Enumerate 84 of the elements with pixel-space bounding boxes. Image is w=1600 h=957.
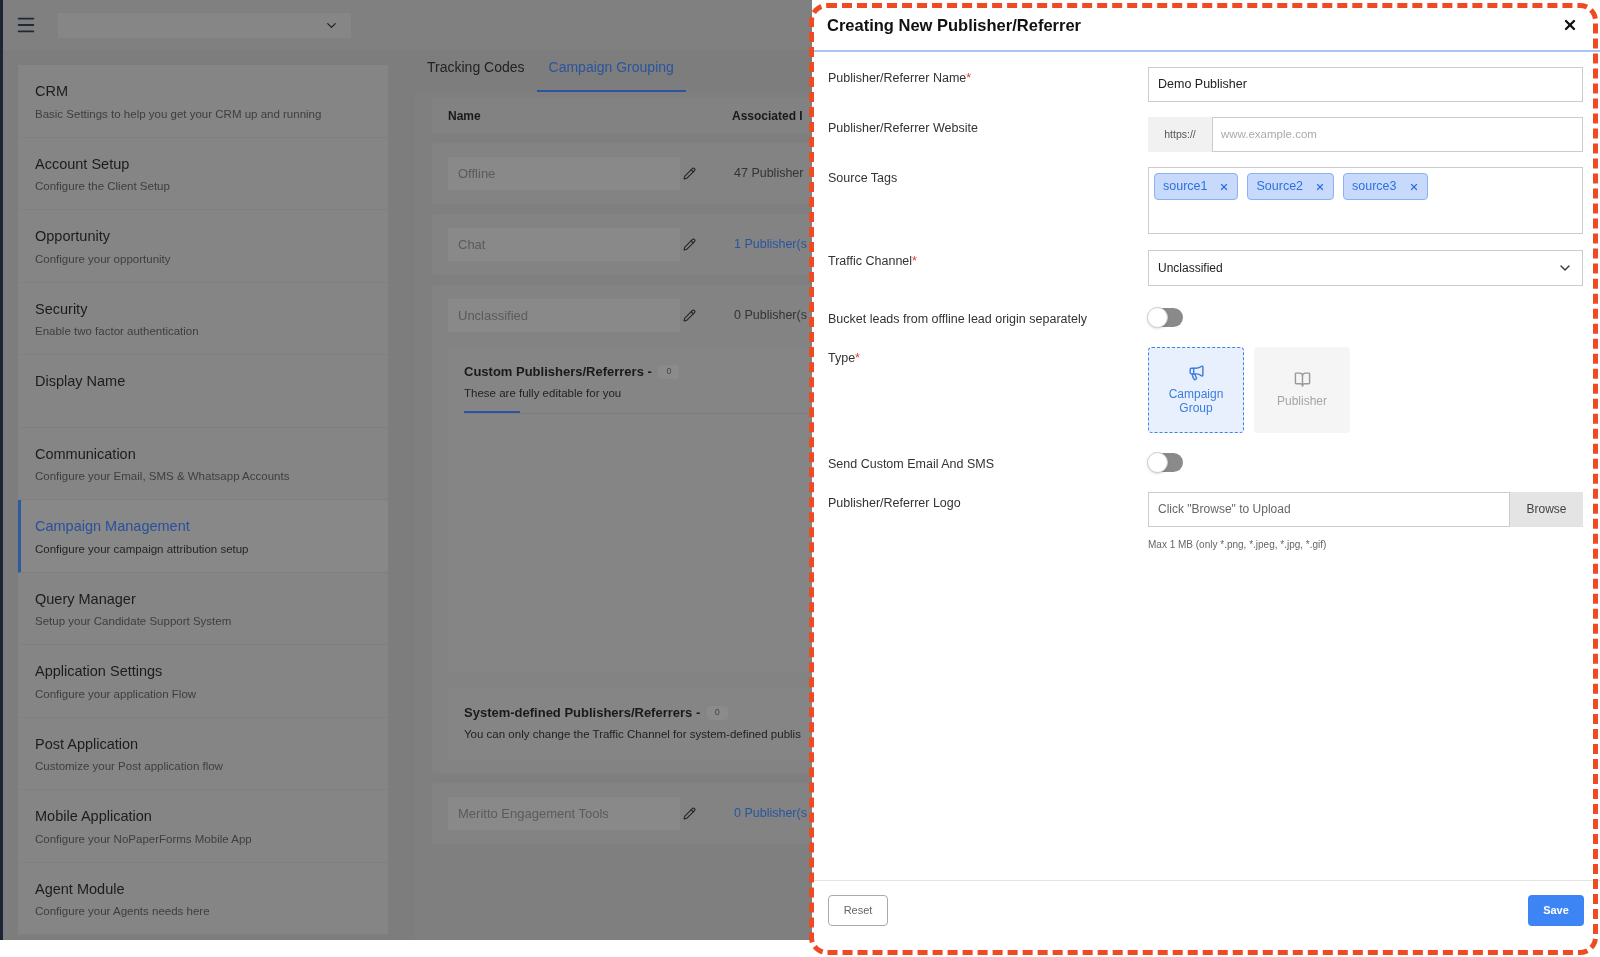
name-input[interactable]: Demo Publisher	[1148, 67, 1583, 102]
sidebar-item[interactable]: Campaign Management Configure your campaign attribution setup	[18, 500, 388, 573]
sidebar-item-title: CRM	[35, 82, 70, 101]
field-label: Publisher/Referrer Logo	[828, 494, 962, 512]
sidebar-item[interactable]: CRM Basic Settings to help you get your CRM up and running	[18, 65, 388, 138]
sidebar-item[interactable]: Mobile Application Configure your NoPaperForms Mobile App	[18, 790, 388, 863]
field-label: Send Custom Email And SMS	[828, 455, 996, 473]
count-badge: 0	[658, 365, 680, 379]
field-label: Bucket leads from offline lead origin separately	[828, 311, 1088, 328]
browse-button[interactable]: Browse	[1510, 491, 1583, 527]
column-header: Associated I	[732, 107, 803, 125]
sidebar-item-title: Campaign Management	[35, 517, 191, 536]
section-title: Custom Publishers/Referrers -	[464, 363, 653, 381]
sidebar-item-subtitle: Configure the Client Setup	[35, 179, 171, 195]
sidebar-item[interactable]: Account Setup Configure the Client Setup	[18, 137, 388, 210]
sidebar-item-subtitle: Configure your Email, SMS & Whatsapp Accounts	[35, 469, 291, 485]
sidebar-item-subtitle: Configure your NoPaperForms Mobile App	[35, 831, 253, 847]
remove-tag-icon[interactable]	[1315, 181, 1326, 192]
sidebar-item-title: Account Setup	[35, 154, 131, 174]
url-prefix: https://	[1148, 117, 1212, 152]
field-label: Type*	[828, 349, 861, 367]
toggle-switch[interactable]	[1148, 308, 1183, 327]
field-label: Publisher/Referrer Website	[828, 120, 979, 137]
reset-button[interactable]: Reset	[828, 895, 888, 926]
sidebar-item-subtitle: Setup your Candidate Support System	[35, 614, 233, 630]
edit-icon[interactable]	[683, 167, 696, 180]
sidebar-item-title: Post Application	[35, 734, 140, 754]
tags-input[interactable]: source1 Source2 source3	[1148, 167, 1583, 234]
type-option[interactable]: Campaign Group	[1148, 346, 1244, 433]
toggle-switch[interactable]	[1148, 452, 1183, 472]
section-title: System-defined Publishers/Referrers -	[464, 704, 702, 722]
column-header: Name	[448, 107, 482, 125]
section-subtitle: These are fully editable for you	[464, 385, 623, 401]
sidebar-item-title: Communication	[35, 444, 137, 464]
count-badge: 0	[706, 706, 728, 720]
field-label: Traffic Channel*	[828, 253, 918, 270]
tab-indicator	[464, 410, 520, 413]
logo-file-input[interactable]: Click "Browse" to Upload	[1148, 491, 1510, 527]
sidebar-item[interactable]: Opportunity Configure your opportunity	[18, 210, 388, 283]
sidebar-item-title: Display Name	[35, 372, 127, 391]
sidebar-item-subtitle: Configure your Agents needs here	[35, 904, 211, 920]
traffic-channel-select[interactable]: Unclassified	[1148, 250, 1583, 286]
save-button[interactable]: Save	[1528, 895, 1584, 926]
close-icon[interactable]	[1562, 17, 1578, 33]
source-tag: source3	[1343, 173, 1428, 200]
type-option[interactable]: Publisher	[1254, 346, 1350, 433]
remove-tag-icon[interactable]	[1408, 181, 1419, 192]
megaphone-icon	[1187, 364, 1205, 382]
sidebar-item-title: Application Settings	[35, 662, 164, 681]
publisher-count: 47 Publisher	[734, 165, 804, 183]
source-tag: source1	[1154, 173, 1239, 200]
sidebar-item-subtitle: Configure your campaign attribution setup	[35, 541, 250, 557]
sidebar-item-subtitle: Configure your application Flow	[35, 686, 198, 702]
sidebar-item[interactable]: Agent Module Configure your Agents needs here	[18, 862, 388, 935]
type-option-label: Campaign Group	[1167, 387, 1225, 416]
sidebar-item-title: Mobile Application	[35, 807, 153, 826]
sidebar-item-subtitle: Enable two factor authentication	[35, 324, 200, 340]
edit-icon[interactable]	[683, 309, 696, 322]
sidebar-item[interactable]: Application Settings Configure your application Flow	[18, 645, 388, 718]
sidebar-item[interactable]: Display Name	[18, 355, 388, 428]
sidebar-item[interactable]: Security Enable two factor authentication	[18, 282, 388, 355]
publisher-count: 0 Publisher(s	[734, 307, 807, 325]
type-option-label: Publisher	[1276, 394, 1328, 409]
sidebar-item-title: Query Manager	[35, 589, 137, 609]
edit-icon[interactable]	[683, 238, 696, 251]
edit-icon[interactable]	[683, 807, 696, 820]
drawer-title: Creating New Publisher/Referrer	[827, 14, 1081, 36]
sidebar-item-subtitle: Configure your opportunity	[35, 251, 172, 267]
field-label: Publisher/Referrer Name*	[828, 70, 973, 87]
section-subtitle: You can only change the Traffic Channel for system-defined publis	[464, 726, 802, 742]
sidebar-item-title: Opportunity	[35, 227, 111, 246]
remove-tag-icon[interactable]	[1219, 181, 1230, 192]
tab[interactable]: Tracking Codes	[415, 57, 537, 92]
book-icon	[1293, 371, 1311, 389]
website-input[interactable]: www.example.com	[1212, 117, 1583, 152]
sidebar-item-title: Agent Module	[35, 879, 126, 899]
field-label: Source Tags	[828, 170, 899, 187]
sidebar-item-subtitle: Customize your Post application flow	[35, 759, 224, 775]
sidebar-item-subtitle: Basic Settings to help you get your CRM up and running	[35, 106, 323, 122]
sidebar-item[interactable]: Post Application Customize your Post application flow	[18, 717, 388, 790]
sidebar-item-title: Security	[35, 299, 89, 319]
sidebar-item[interactable]: Query Manager Setup your Candidate Support System	[18, 572, 388, 645]
source-tag: Source2	[1247, 173, 1335, 200]
upload-hint: Max 1 MB (only *.png, *.jpeg, *.jpg, *.gif)	[1148, 537, 1328, 552]
